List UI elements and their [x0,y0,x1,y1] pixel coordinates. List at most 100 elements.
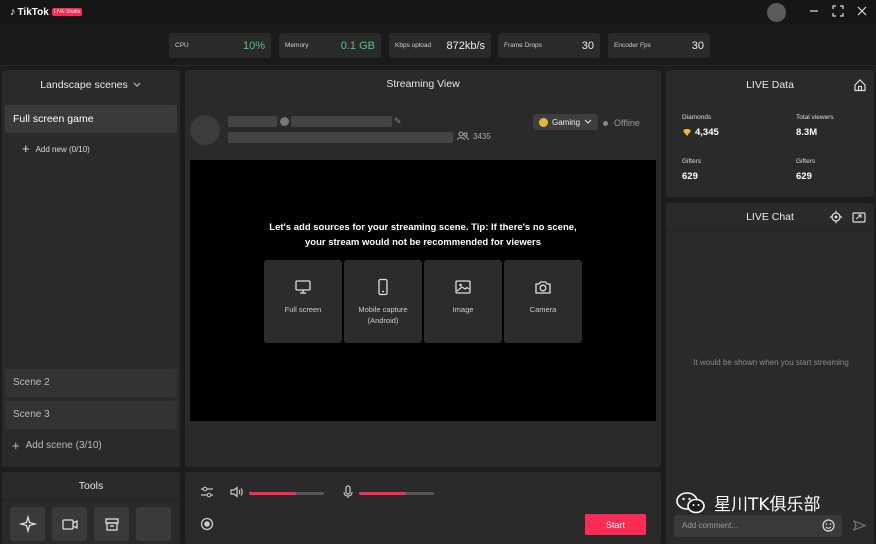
chat-empty-message: It would be shown when you start streami… [693,358,849,367]
stream-status: Offline [603,118,640,128]
speaker-volume-fill [249,492,296,495]
diamonds-value-row: 4,345 [682,127,719,138]
watermark-text: 星川TK俱乐部 [714,495,821,515]
stat-frame-drops: Frame Drops 30 [498,33,600,58]
record-button[interactable] [200,517,214,531]
stat-label: Gifters [796,158,816,165]
minimize-icon [810,10,818,12]
scene-item[interactable]: Scene 3 [5,401,177,429]
performance-stats-bar: CPU 10% Memory 0.1 GB Kbps upload 872kb/… [0,24,876,66]
effects-tool-button[interactable] [10,507,45,541]
stat-value: 629 [682,171,698,182]
source-full-screen[interactable]: Full screen [264,260,342,343]
gaming-icon [539,117,548,127]
source-label: Full screen [284,305,322,314]
sliders-icon [201,486,213,498]
popout-icon [852,212,866,223]
scenes-panel: Landscape scenes Full screen game + Add … [2,70,180,467]
stat-value: 30 [581,39,594,52]
mic-volume-fill [359,492,406,495]
add-new-source-button[interactable]: + Add new (0/10) [22,142,90,155]
stream-controls-panel: Start [185,472,661,544]
add-new-label: Add new (0/10) [35,144,90,154]
stat-upload: Kbps upload 872kb/s [389,33,491,58]
camera-tool-button[interactable] [52,507,87,541]
stat-label: Memory [285,42,309,49]
box-icon [104,518,119,531]
tiktok-note-icon: ♪ [10,6,16,18]
comment-placeholder: Add comment... [682,521,739,530]
stat-label: Diamonds [682,114,712,121]
microphone-icon [343,485,353,498]
close-button[interactable] [854,3,870,19]
source-image[interactable]: Image [424,260,502,343]
source-camera[interactable]: Camera [504,260,582,343]
redacted-title [291,116,392,127]
stat-value: 0.1 GB [340,39,375,52]
stat-cpu: CPU 10% [169,33,271,58]
dashboard-button[interactable] [853,78,867,92]
scenes-dropdown[interactable]: Landscape scenes [2,70,180,100]
mixer-settings-button[interactable] [200,486,214,498]
viewer-count: 3435 [457,131,491,141]
stream-preview-canvas: Let's add sources for your streaming sce… [190,160,656,421]
minimize-button[interactable] [806,3,822,19]
chevron-down-icon [584,119,592,124]
chat-settings-button[interactable] [829,210,843,224]
speaker-button[interactable] [230,486,244,498]
stat-label: Encoder Fps [614,42,651,49]
tools-panel: Tools [2,472,180,544]
record-icon [200,517,214,531]
category-dropdown[interactable]: Gaming [533,114,599,130]
emoji-icon [822,519,835,532]
store-tool-button[interactable] [94,507,129,541]
expand-icon [832,5,844,17]
app-logo: ♪ TikTok LIVE Studio [10,6,83,18]
live-data-header: LIVE Data [666,70,874,100]
mic-volume-slider[interactable] [359,492,434,495]
speaker-icon [230,486,243,498]
emoji-button[interactable] [822,519,835,532]
app-title: TikTok [17,6,49,18]
stat-value: 629 [796,171,812,182]
source-mobile-capture[interactable]: Mobile capture (Android) [344,260,422,343]
tools-header: Tools [2,472,180,500]
redacted-name [228,116,277,127]
live-studio-badge: LIVE Studio [51,8,83,16]
stat-label: Frame Drops [504,42,542,49]
diamonds-stat: Diamonds 4,345 [682,114,719,138]
popout-chat-button[interactable] [852,210,866,224]
speaker-volume-slider[interactable] [249,492,324,495]
scene-item-active[interactable]: Full screen game [5,105,177,133]
send-icon [853,519,866,532]
status-label: Offline [614,118,640,128]
stat-label: Total viewers [796,114,834,121]
user-avatar[interactable] [767,3,786,22]
streaming-view-header: Streaming View [386,78,460,90]
source-label: Camera [529,305,557,314]
microphone-button[interactable] [342,485,354,499]
edit-icon[interactable]: ✎ [394,116,402,127]
total-viewers-stat: Total viewers 8.3M [796,114,834,138]
add-scene-button[interactable]: + Add scene (3/10) [12,439,102,452]
viewer-count-value: 3435 [473,131,491,141]
phone-icon [378,278,388,296]
add-scene-label: Add scene (3/10) [25,440,102,451]
stat-value: 10% [242,39,265,52]
stat-value: 872kb/s [446,39,485,52]
stat-memory: Memory 0.1 GB [279,33,381,58]
comment-input[interactable]: Add comment... [674,515,842,537]
send-button[interactable] [853,519,866,532]
sparkle-icon [18,515,37,533]
streaming-view-panel: Streaming View ✎ 3435 Gaming Offline Let… [185,70,661,467]
fullscreen-button[interactable] [830,3,846,19]
live-data-panel: LIVE Data Diamonds 4,345 Total viewers 8… [666,70,874,197]
image-icon [455,280,471,294]
start-live-button[interactable]: Start [585,514,646,535]
title-bar: ♪ TikTok LIVE Studio [0,0,876,24]
tip-text: Let's add sources for your streaming sce… [269,222,577,248]
scene-item[interactable]: Scene 2 [5,369,177,397]
stat-value: 30 [691,39,704,52]
empty-tool-slot[interactable] [136,507,171,541]
stat-encoder-fps: Encoder Fps 30 [608,33,710,58]
